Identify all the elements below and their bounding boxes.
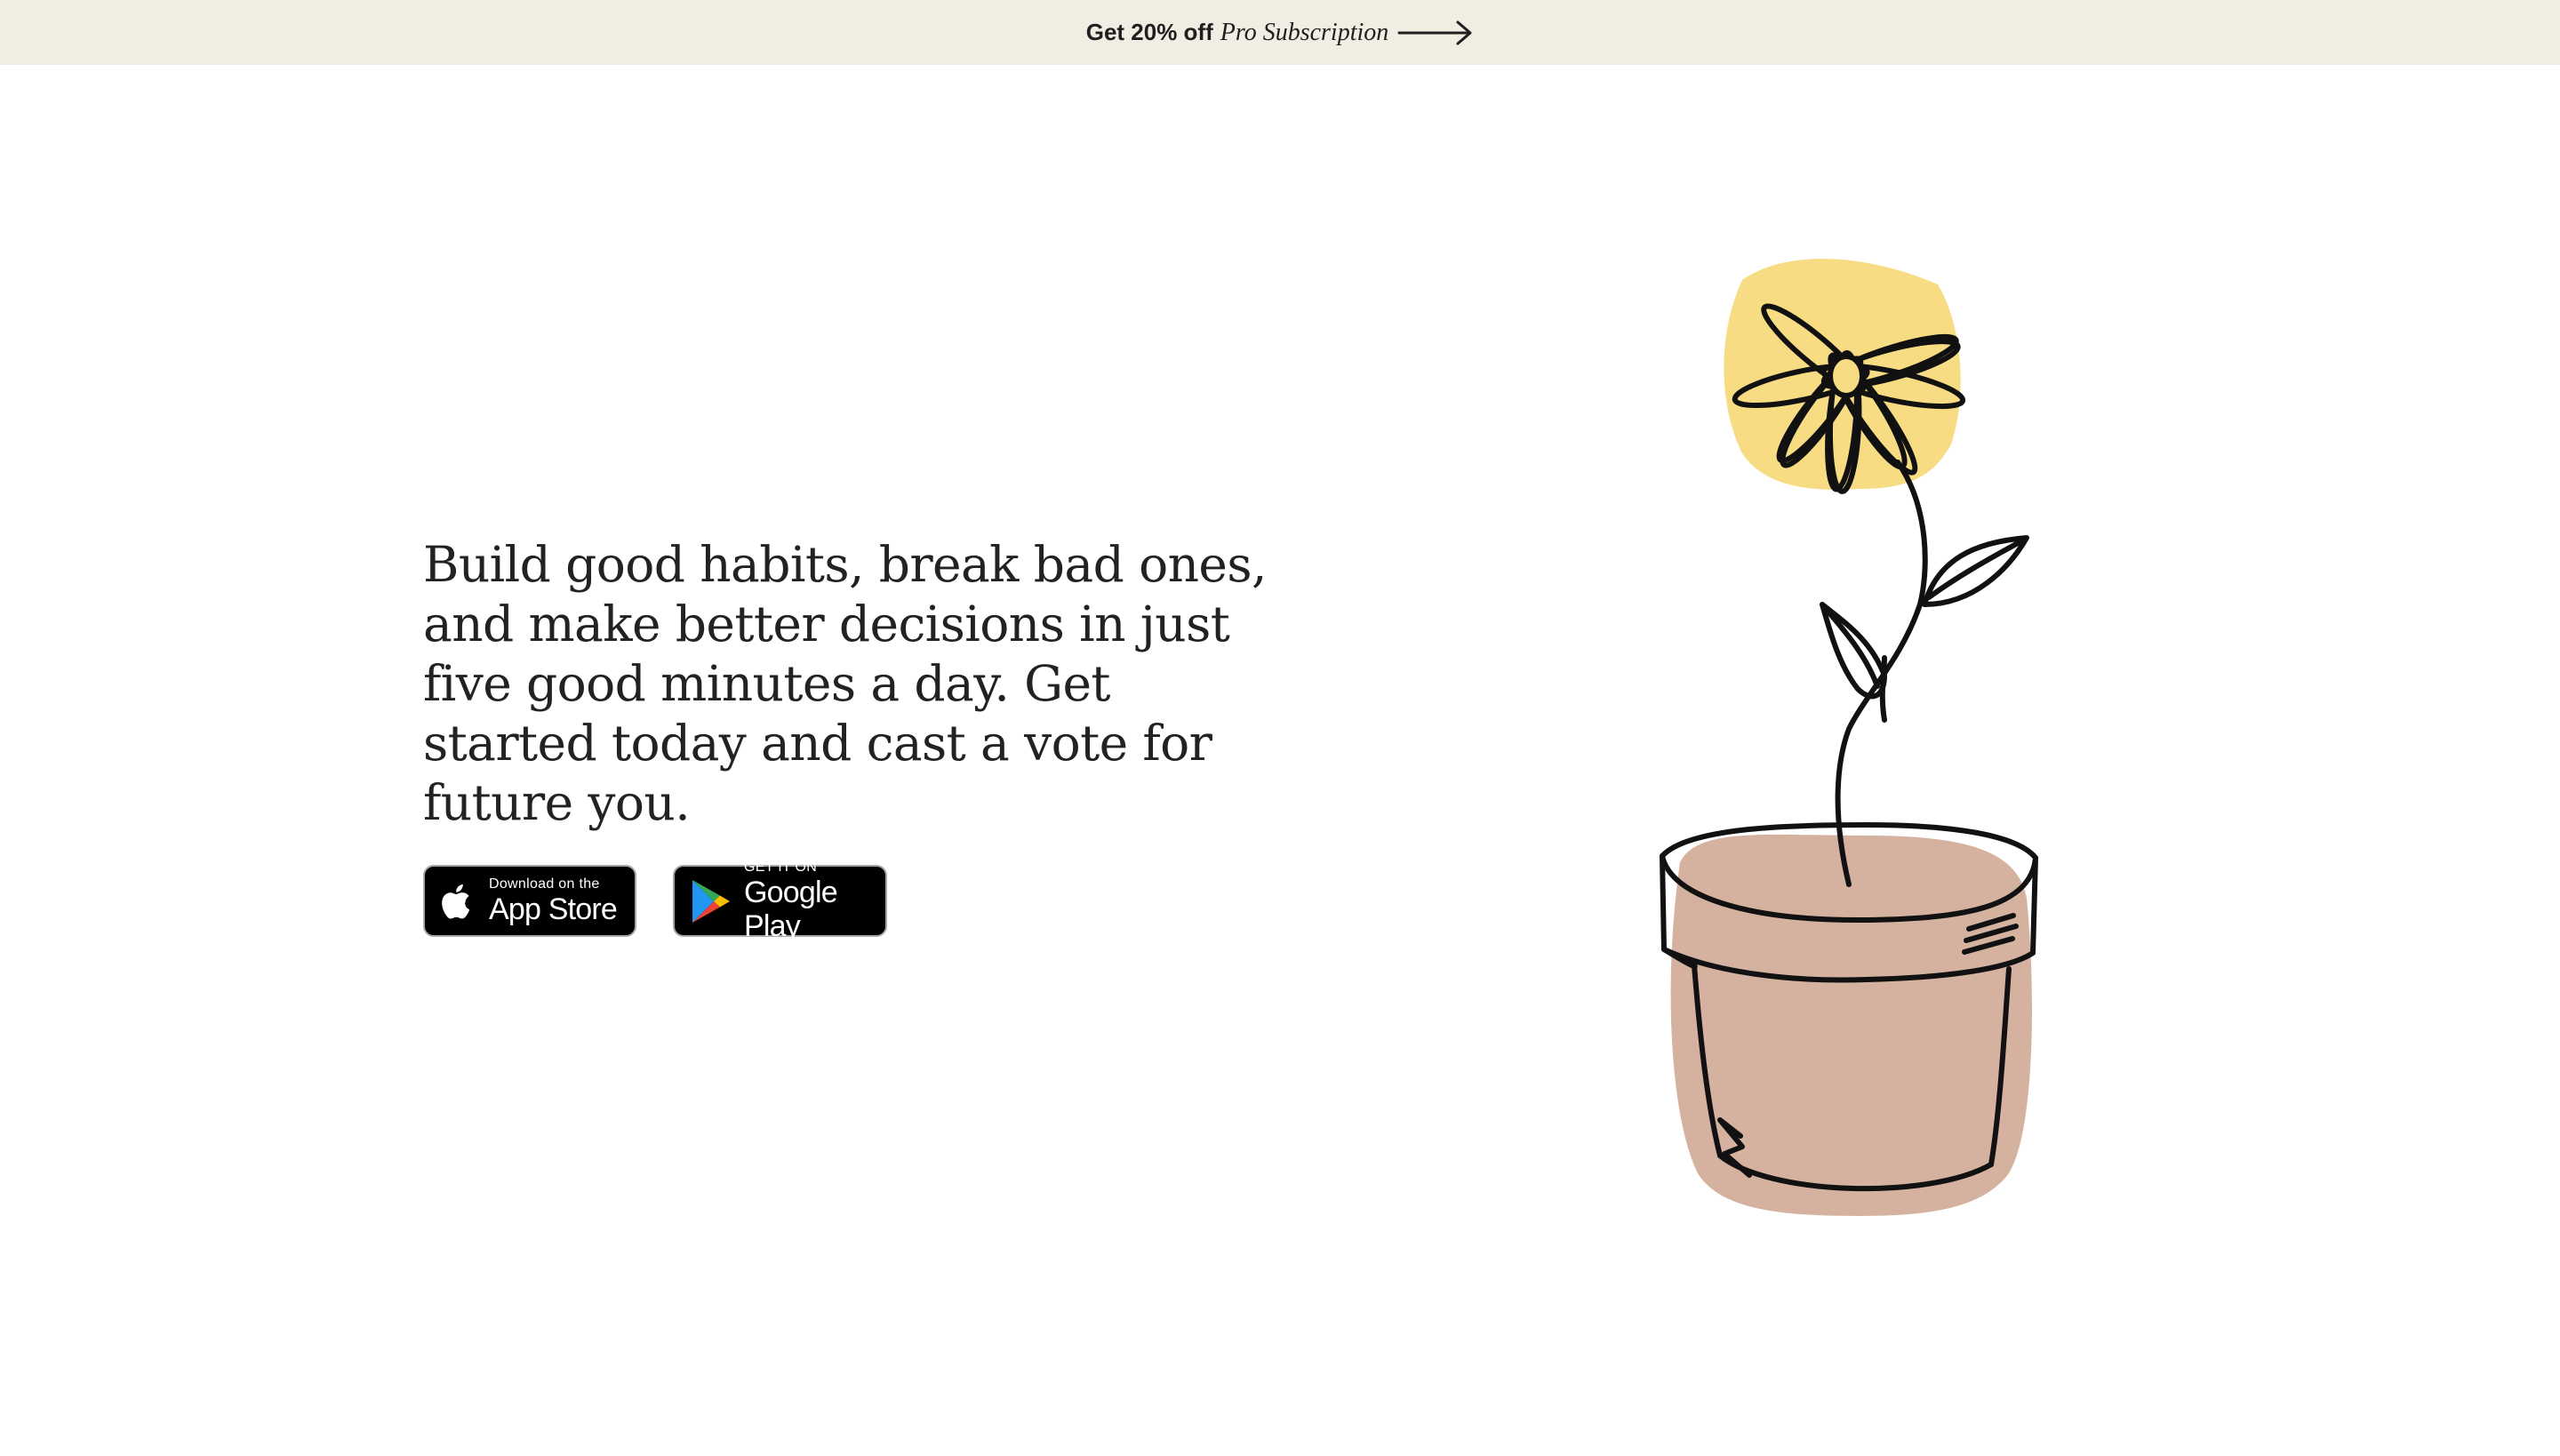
app-store-button[interactable]: Download on the App Store	[423, 865, 636, 937]
pot-rim-left	[1660, 853, 1667, 952]
apple-icon	[442, 884, 470, 919]
pot-rim-right	[2030, 855, 2038, 956]
promo-banner-link[interactable]: Get 20% off Pro Subscription	[0, 0, 2560, 65]
flower-center	[1828, 354, 1865, 398]
hero-description: Build good habits, break bad ones, and m…	[423, 536, 1267, 831]
app-store-small-label: Download on the	[489, 876, 600, 892]
google-play-small-label: GET IT ON	[744, 859, 818, 875]
arrow-right-icon	[1397, 20, 1472, 44]
promo-product-text: Pro Subscription	[1220, 18, 1389, 46]
google-play-large-label: Google Play	[744, 875, 838, 943]
flower-in-pot-illustration	[1660, 259, 2038, 1216]
promo-discount-text: Get 20% off	[1085, 19, 1213, 45]
google-play-icon	[692, 879, 730, 923]
google-play-button[interactable]: GET IT ON Google Play	[673, 860, 887, 943]
app-store-large-label: App Store	[489, 892, 618, 926]
